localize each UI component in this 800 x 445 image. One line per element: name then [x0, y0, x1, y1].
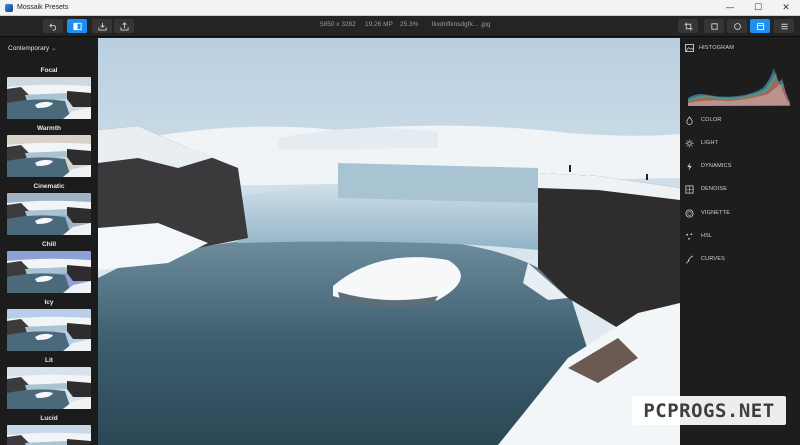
histogram-label: HISTOGRAM — [699, 45, 735, 51]
section-label: COLOR — [701, 117, 722, 123]
export-button[interactable] — [114, 19, 134, 33]
maximize-button[interactable]: ☐ — [744, 0, 772, 16]
compare-icon — [72, 22, 82, 30]
toolbar: 5850 x 3282 19.26 MP 25.3% lkxdnflknsdgf… — [0, 16, 800, 37]
square-mask-icon — [710, 22, 718, 30]
presets-view-icon — [756, 22, 764, 30]
histogram-header: HISTOGRAM — [685, 44, 734, 52]
circle-mask-button[interactable] — [727, 19, 747, 33]
section-label: HSL — [701, 233, 713, 239]
zoom-level: 25.3% — [400, 21, 419, 28]
image-icon — [685, 44, 694, 52]
presets-view-button[interactable] — [750, 19, 770, 33]
section-label: VIGNETTE — [701, 210, 731, 216]
photo-canvas[interactable] — [98, 38, 680, 445]
curves-icon — [685, 255, 694, 264]
preset-thumbnail[interactable] — [7, 135, 91, 177]
preset-label: Focal — [40, 67, 58, 74]
preset-thumbnail[interactable] — [7, 367, 91, 409]
section-label: DYNAMICS — [701, 163, 732, 169]
undo-button[interactable] — [43, 19, 63, 33]
preset-item[interactable]: Lucid — [6, 414, 92, 445]
preset-item[interactable]: Focal — [6, 66, 92, 119]
category-label: Contemporary — [8, 45, 50, 52]
hsl-icon — [686, 232, 693, 240]
compare-button[interactable] — [67, 19, 87, 33]
preset-thumbnail[interactable] — [7, 193, 91, 235]
histogram-graph — [688, 68, 790, 106]
image-megapixels: 19.26 MP — [365, 21, 393, 28]
section-dynamics[interactable]: DYNAMICS — [685, 161, 732, 171]
section-hsl[interactable]: HSL — [685, 231, 712, 241]
section-vignette[interactable]: VIGNETTE — [685, 208, 730, 218]
bolt-icon — [687, 161, 692, 171]
section-label: CURVES — [701, 256, 726, 262]
histogram — [688, 58, 790, 106]
section-curves[interactable]: CURVES — [685, 254, 725, 264]
grain-icon — [685, 184, 694, 194]
section-label: LIGHT — [701, 140, 719, 146]
category-dropdown[interactable]: Contemporary ⌄ — [8, 45, 56, 52]
sun-icon — [685, 138, 694, 148]
vignette-icon — [685, 208, 694, 218]
preset-label: Lucid — [40, 415, 58, 422]
preset-item[interactable]: Cinematic — [6, 182, 92, 235]
preset-label: Warmth — [37, 125, 61, 132]
close-button[interactable]: ✕ — [772, 0, 800, 16]
crop-icon — [683, 21, 693, 31]
watermark: PCPROGS.NET — [632, 396, 786, 425]
section-color[interactable]: COLOR — [685, 115, 722, 125]
window-controls: — ☐ ✕ — [716, 0, 800, 16]
import-button[interactable] — [92, 19, 112, 33]
preset-item[interactable]: Icy — [6, 298, 92, 351]
preset-label: Lit — [45, 357, 53, 364]
title-bar: Mossaik Presets — ☐ ✕ — [0, 0, 800, 16]
menu-button[interactable] — [774, 19, 794, 33]
menu-icon — [780, 23, 788, 29]
import-icon — [97, 22, 107, 31]
presets-panel: Contemporary ⌄ Focal Warmth Cinematic Chill… — [0, 38, 98, 445]
preset-item[interactable]: Warmth — [6, 124, 92, 177]
section-light[interactable]: LIGHT — [685, 138, 718, 148]
preset-label: Icy — [44, 299, 54, 306]
export-icon — [119, 21, 129, 31]
photo-image — [98, 38, 680, 445]
adjustments-panel: HISTOGRAM COLOR LIGHT DYNAMICS DENOISE VIGNE… — [680, 38, 800, 445]
minimize-button[interactable]: — — [716, 0, 744, 16]
section-label: DENOISE — [701, 186, 728, 192]
preset-thumbnail[interactable] — [7, 77, 91, 119]
file-name: lkxdnflknsdgfk... .jpg — [432, 21, 491, 28]
preset-item[interactable]: Lit — [6, 356, 92, 409]
preset-item[interactable]: Chill — [6, 240, 92, 293]
preset-thumbnail[interactable] — [7, 425, 91, 445]
crop-button[interactable] — [678, 19, 698, 33]
preset-label: Chill — [41, 241, 57, 248]
circle-mask-icon — [733, 22, 741, 30]
app-logo-icon — [5, 3, 13, 12]
preset-thumbnail[interactable] — [7, 309, 91, 351]
app-window: Mossaik Presets — ☐ ✕ 5850 x 3282 19.26 … — [0, 0, 800, 445]
undo-icon — [48, 22, 56, 31]
watermark-text: PCPROGS.NET — [643, 399, 775, 422]
section-denoise[interactable]: DENOISE — [685, 184, 727, 194]
drop-icon — [686, 115, 693, 125]
window-title: Mossaik Presets — [17, 4, 69, 11]
preset-label: Cinematic — [33, 183, 65, 190]
square-mask-button[interactable] — [704, 19, 724, 33]
chevron-down-icon: ⌄ — [51, 46, 57, 52]
preset-thumbnail[interactable] — [7, 251, 91, 293]
image-dimensions: 5850 x 3282 — [320, 21, 356, 28]
